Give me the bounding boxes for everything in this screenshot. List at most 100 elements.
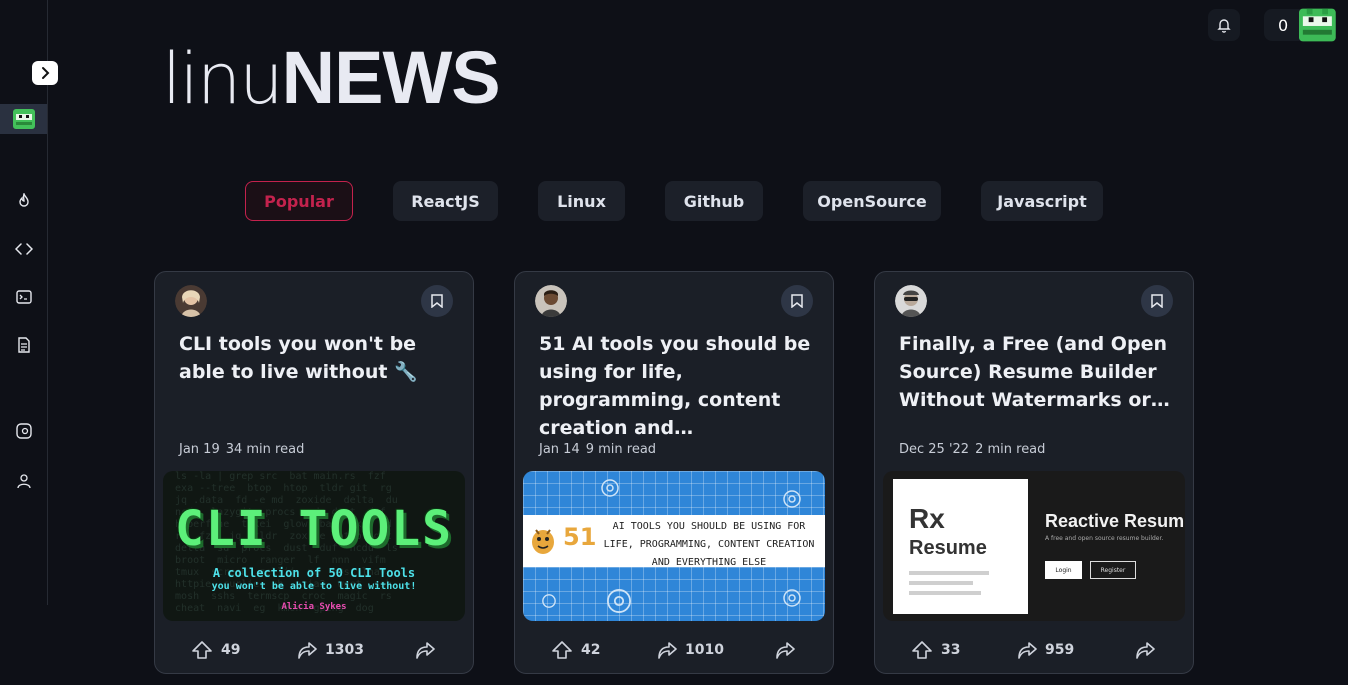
users-icon <box>17 474 31 489</box>
comment-count: 1303 <box>325 642 364 658</box>
sidebar-item-community[interactable] <box>14 471 34 491</box>
thumbnail-text: AI TOOLS YOU SHOULD BE USING FOR LIFE, P… <box>595 518 823 572</box>
sidebar-item-popular[interactable] <box>14 191 34 211</box>
doc-line <box>909 581 973 585</box>
share-button[interactable] <box>415 638 443 662</box>
site-logo[interactable]: linuNEWS <box>162 36 501 120</box>
article-read-time: 9 min read <box>585 442 657 457</box>
thumbnail-number: 51 <box>563 523 597 551</box>
gear-icon <box>783 589 801 607</box>
comments-button[interactable]: 1010 <box>657 638 724 662</box>
comment-icon <box>1018 642 1037 659</box>
comments-button[interactable]: 1303 <box>297 638 364 662</box>
doc-line <box>909 571 989 575</box>
tab-popular[interactable]: Popular <box>245 181 353 221</box>
upvote-button[interactable]: 33 <box>911 638 960 662</box>
thumbnail-register-button: Register <box>1090 561 1136 579</box>
tab-opensource[interactable]: OpenSource <box>803 181 941 221</box>
comment-count: 959 <box>1045 642 1075 658</box>
share-icon <box>1136 642 1155 659</box>
upvote-button[interactable]: 42 <box>551 638 600 662</box>
share-icon <box>776 642 795 659</box>
article-card[interactable]: Finally, a Free (and Open Source) Resume… <box>874 271 1194 674</box>
croc-avatar-icon <box>12 109 35 129</box>
article-actions: 49 1303 <box>191 638 441 662</box>
bell-icon <box>1217 19 1231 33</box>
profile-avatar <box>1299 8 1336 42</box>
thumbnail-sub: A free and open source resume builder. <box>1045 535 1164 542</box>
thumbnail-logo-word: Resume <box>909 537 987 559</box>
article-thumbnail[interactable]: Rx Resume Reactive Resum A free and open… <box>883 471 1185 621</box>
logo-thin-text: linu <box>162 38 284 120</box>
bookmark-icon <box>1151 294 1163 308</box>
sidebar-user-avatar[interactable] <box>0 104 47 134</box>
author-avatar[interactable] <box>175 285 207 317</box>
gear-icon <box>783 490 801 508</box>
tab-github[interactable]: Github <box>665 181 763 221</box>
article-read-time: 34 min read <box>225 442 305 457</box>
tab-linux[interactable]: Linux <box>538 181 625 221</box>
article-date: Jan 19 <box>179 442 220 457</box>
sidebar-item-terminal[interactable] <box>14 287 34 307</box>
upvote-button[interactable]: 49 <box>191 638 240 662</box>
code-icon <box>15 243 33 255</box>
comments-button[interactable]: 959 <box>1017 638 1074 662</box>
article-date: Dec 25 '22 <box>899 442 970 457</box>
chevron-right-icon <box>42 67 50 79</box>
tab-reactjs[interactable]: ReactJS <box>393 181 498 221</box>
author-avatar[interactable] <box>895 285 927 317</box>
share-button[interactable] <box>775 638 803 662</box>
doc-line <box>909 591 981 595</box>
thumbnail-line2: LIFE, PROGRAMMING, CONTENT CREATION <box>603 539 815 550</box>
share-button[interactable] <box>1135 638 1163 662</box>
thumbnail-login-button: Login <box>1045 561 1082 579</box>
thumbnail-line3: AND EVERYTHING ELSE <box>651 557 767 568</box>
notifications-button[interactable] <box>1208 9 1240 41</box>
gear-icon <box>601 479 619 497</box>
article-title[interactable]: CLI tools you won't be able to live with… <box>179 330 459 386</box>
article-meta: Dec 25 '22 2 min read <box>899 442 1051 457</box>
bookmark-icon <box>431 294 443 308</box>
article-thumbnail[interactable]: 51 AI TOOLS YOU SHOULD BE USING FOR LIFE… <box>523 471 825 621</box>
article-actions: 33 959 <box>911 638 1161 662</box>
thumbnail-heading: CLI TOOLS <box>174 501 454 557</box>
bookmark-icon <box>791 294 803 308</box>
upvote-count: 49 <box>221 642 241 658</box>
profile-button[interactable]: 0 <box>1264 8 1336 42</box>
bookmark-button[interactable] <box>421 285 453 317</box>
article-meta: Jan 14 9 min read <box>539 442 662 457</box>
article-actions: 42 1010 <box>551 638 801 662</box>
bookmark-button[interactable] <box>1141 285 1173 317</box>
comment-count: 1010 <box>685 642 724 658</box>
article-read-time: 2 min read <box>975 442 1046 457</box>
reputation-count: 0 <box>1278 15 1289 35</box>
sidebar-item-docs[interactable] <box>14 335 34 355</box>
bookmark-button[interactable] <box>781 285 813 317</box>
thumbnail-author: Alicia Sykes <box>281 602 347 612</box>
upvote-icon <box>192 641 212 659</box>
logo-bold-text: NEWS <box>281 36 501 119</box>
article-meta: Jan 19 34 min read <box>179 442 310 457</box>
article-title[interactable]: 51 AI tools you should be using for life… <box>539 330 819 442</box>
article-card[interactable]: CLI tools you won't be able to live with… <box>154 271 474 674</box>
terminal-icon <box>16 290 32 304</box>
sidebar-item-code[interactable] <box>14 239 34 259</box>
sidebar-toggle-button[interactable] <box>32 61 58 85</box>
article-thumbnail[interactable]: ls -la | grep src bat main.rs fzf exa --… <box>163 471 465 621</box>
thumbnail-heading: Reactive Resum <box>1045 511 1185 531</box>
sidebar-item-discord[interactable] <box>14 421 34 441</box>
thumbnail-line1: A collection of 50 CLI Tools <box>212 566 416 580</box>
article-card[interactable]: 51 AI tools you should be using for life… <box>514 271 834 674</box>
gear-icon <box>542 594 556 608</box>
sidebar <box>0 0 58 605</box>
author-avatar[interactable] <box>535 285 567 317</box>
comment-icon <box>298 642 317 659</box>
upvote-icon <box>912 641 932 659</box>
upvote-icon <box>552 641 572 659</box>
flame-icon <box>19 193 29 207</box>
document-icon <box>18 337 30 353</box>
article-date: Jan 14 <box>539 442 580 457</box>
article-title[interactable]: Finally, a Free (and Open Source) Resume… <box>899 330 1179 414</box>
tab-javascript[interactable]: Javascript <box>981 181 1103 221</box>
gear-icon <box>607 589 631 613</box>
